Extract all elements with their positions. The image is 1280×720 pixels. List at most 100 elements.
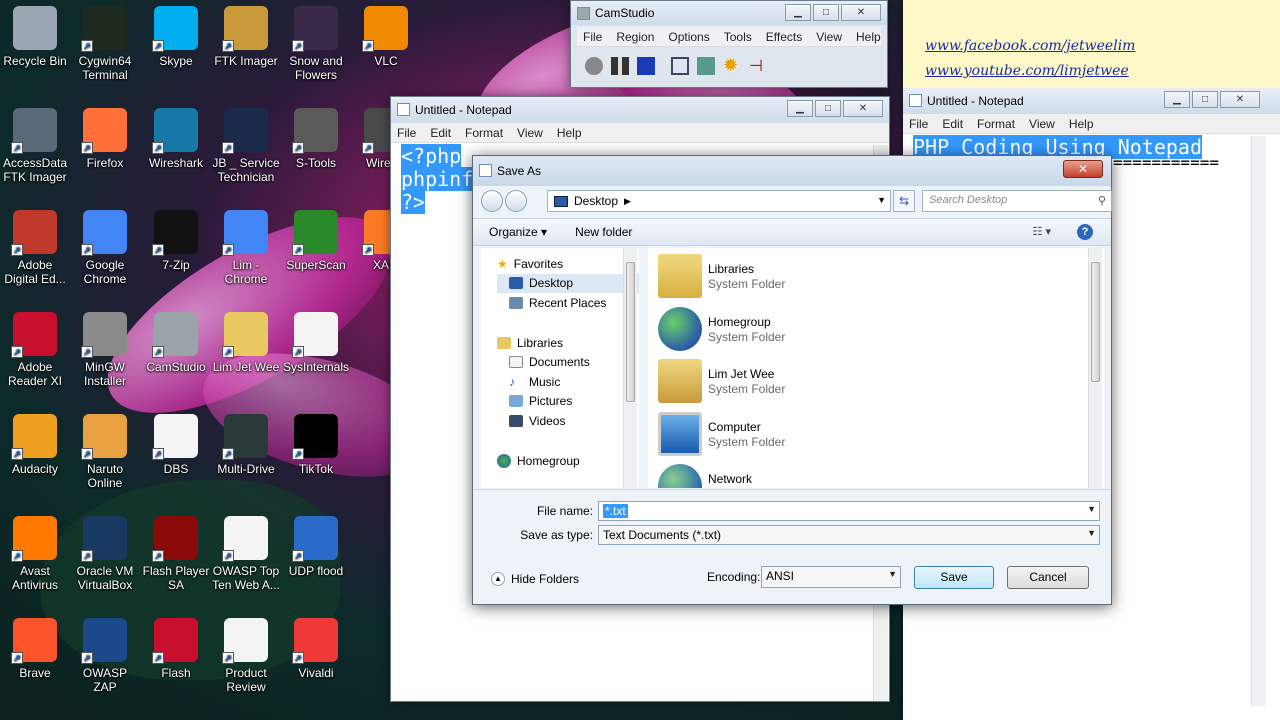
notepad-right-titlebar[interactable]: Untitled - Notepad ▁ □ ✕ [903,88,1280,114]
minimize-button[interactable]: ▁ [785,4,811,21]
desktop-icon-item[interactable]: ↗ VLC [351,6,421,68]
close-button[interactable]: ✕ [1063,160,1103,178]
desktop-icon-item[interactable]: ↗ Product Review [211,618,281,694]
close-button[interactable]: ✕ [843,100,883,117]
menu-item[interactable]: Format [977,117,1015,131]
menu-item[interactable]: View [1029,117,1055,131]
organize-button[interactable]: Organize ▾ [485,223,551,241]
close-button[interactable]: ✕ [841,4,881,21]
menu-item[interactable]: View [517,126,543,140]
desktop-icon-item[interactable]: ↗ Google Chrome [70,210,140,286]
navpane-scrollbar[interactable] [623,248,637,488]
close-button[interactable]: ✕ [1220,91,1260,108]
hide-folders-button[interactable]: ▲ Hide Folders [491,572,579,586]
desktop-icon-item[interactable]: ↗ DBS [141,414,211,476]
nav-videos[interactable]: Videos [497,411,639,431]
desktop-icon-item[interactable]: ↗ S-Tools [281,108,351,170]
maximize-button[interactable]: □ [813,4,839,21]
notepad-left-titlebar[interactable]: Untitled - Notepad ▁ □ ✕ [391,97,889,123]
stop-icon[interactable] [637,57,655,75]
youtube-link[interactable]: www.youtube.com/limjetwee [925,63,1280,79]
help-icon[interactable]: ? [1077,224,1093,240]
camstudio-titlebar[interactable]: CamStudio ▁ □ ✕ [571,1,887,25]
menu-item[interactable]: Options [668,30,709,44]
menu-item[interactable]: Region [616,30,654,44]
scroll-thumb[interactable] [1091,262,1100,382]
minimize-button[interactable]: ▁ [1164,91,1190,108]
desktop-icon-item[interactable]: ↗ Avast Antivirus [0,516,70,592]
menu-item[interactable]: Edit [942,117,963,131]
desktop-icon-item[interactable]: ↗ AccessData FTK Imager [0,108,70,184]
desktop-icon-item[interactable]: ↗ Snow and Flowers [281,6,351,82]
nav-documents[interactable]: Documents [497,352,639,372]
nav-recent-places[interactable]: Recent Places [497,293,639,313]
menu-item[interactable]: View [816,30,842,44]
desktop-icon-item[interactable]: ↗ Lim - Chrome [211,210,281,286]
nav-pictures[interactable]: Pictures [497,392,639,412]
forward-button[interactable] [505,190,527,212]
camstudio-window[interactable]: CamStudio ▁ □ ✕ File Region Options Tools Ef… [570,0,888,88]
encoding-select[interactable]: ANSI ▼ [761,566,901,588]
region-icon[interactable] [671,57,689,75]
notepad-left-editor[interactable]: <?php phpinf ?> [401,144,474,214]
change-view-icon[interactable]: ☷ ▾ [1033,225,1051,238]
pause-icon[interactable] [611,57,629,75]
nav-favorites[interactable]: ★ Favorites [497,254,639,274]
desktop-icon-item[interactable]: ↗ Skype [141,6,211,68]
desktop-icon-item[interactable]: ↗ Lim Jet Wee [211,312,281,374]
search-input[interactable]: Search Desktop ⚲ [922,190,1112,212]
chevron-down-icon[interactable]: ▼ [877,195,886,205]
scroll-thumb[interactable] [626,262,635,402]
save-button[interactable]: Save [914,566,994,589]
menu-item[interactable]: File [909,117,928,131]
back-button[interactable] [481,190,503,212]
menu-item[interactable]: Help [1069,117,1094,131]
desktop-icon-item[interactable]: ↗ Adobe Digital Ed... [0,210,70,286]
desktop-icon-item[interactable]: ↗ Wireshark [141,108,211,170]
desktop-icon-item[interactable]: ↗ TikTok [281,414,351,476]
notepad-right-scrollbar[interactable] [1251,136,1266,706]
nav-libraries[interactable]: Libraries [497,333,639,353]
desktop-icon-item[interactable]: ↗ UDP flood [281,516,351,578]
maximize-button[interactable]: □ [815,100,841,117]
desktop-icon-item[interactable]: ↗ CamStudio [141,312,211,374]
menu-item[interactable]: Tools [724,30,752,44]
nav-homegroup[interactable]: Homegroup [497,451,639,471]
save-type-select[interactable]: Text Documents (*.txt) ▼ [598,525,1100,545]
refresh-button[interactable]: ⇆ [893,190,915,212]
file-name-input[interactable]: *.txt ▼ [598,501,1100,521]
menu-item[interactable]: File [397,126,416,140]
desktop-icon-item[interactable]: ↗ Oracle VM VirtualBox [70,516,140,592]
desktop-icon-item[interactable]: Recycle Bin [0,6,70,68]
desktop-icon-item[interactable]: ↗ JB _ Service Technician [211,108,281,184]
nav-music[interactable]: ♪ Music [497,372,639,392]
desktop-icon-item[interactable]: ↗ FTK Imager [211,6,281,68]
minimize-button[interactable]: ▁ [787,100,813,117]
desktop-icon-item[interactable]: ↗ Flash Player SA [141,516,211,592]
record-icon[interactable] [585,57,603,75]
save-as-dialog[interactable]: Save As ✕ Desktop ▶ ▼ ⇆ Search Desktop ⚲… [472,155,1112,605]
desktop-icon-item[interactable]: ↗ Cygwin64 Terminal [70,6,140,82]
facebook-link[interactable]: www.facebook.com/jetweelim [925,38,1280,63]
address-bar[interactable]: Desktop ▶ ▼ [547,190,891,212]
file-item-network[interactable]: Network [658,464,752,488]
annotate-icon[interactable] [697,57,715,75]
maximize-button[interactable]: □ [1192,91,1218,108]
desktop-icon-item[interactable]: ↗ Naruto Online [70,414,140,490]
cancel-button[interactable]: Cancel [1007,566,1089,589]
menu-item[interactable]: File [583,30,602,44]
file-item-libraries[interactable]: Libraries System Folder [658,254,785,298]
desktop-icon-item[interactable]: ↗ Multi-Drive [211,414,281,476]
file-item-homegroup[interactable]: Homegroup System Folder [658,307,785,351]
new-folder-button[interactable]: New folder [571,223,636,241]
desktop-icon-item[interactable]: ↗ Brave [0,618,70,680]
save-as-titlebar[interactable]: Save As ✕ [473,156,1111,186]
menu-item[interactable]: Edit [430,126,451,140]
file-item-computer[interactable]: Computer System Folder [658,412,785,456]
desktop-icon-item[interactable]: ↗ SuperScan [281,210,351,272]
chevron-down-icon[interactable]: ▼ [1087,504,1096,514]
desktop-icon-item[interactable]: ↗ 7-Zip [141,210,211,272]
desktop-icon-item[interactable]: ↗ Adobe Reader XI [0,312,70,388]
menu-item[interactable]: Help [856,30,881,44]
nav-desktop[interactable]: Desktop [497,273,639,294]
